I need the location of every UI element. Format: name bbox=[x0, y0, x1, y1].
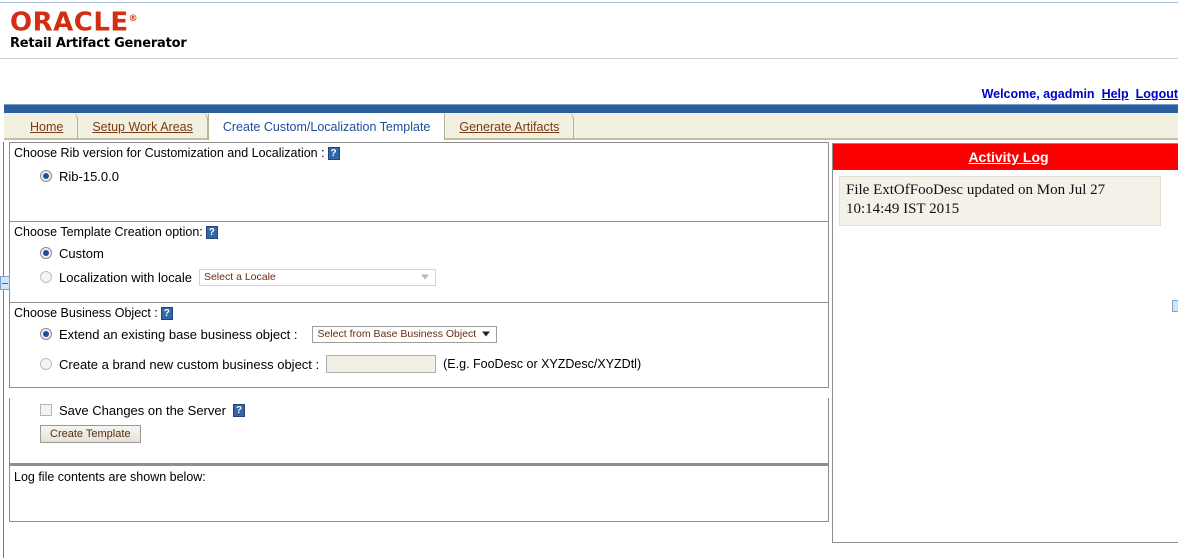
tab-setup-work-areas[interactable]: Setup Work Areas bbox=[78, 113, 208, 140]
trademark-symbol: ® bbox=[128, 14, 139, 24]
tab-home-label: Home bbox=[30, 119, 64, 134]
oracle-logo-text: ORACLE bbox=[10, 7, 129, 38]
help-question-icon[interactable] bbox=[232, 403, 245, 417]
new-business-object-input[interactable] bbox=[326, 355, 437, 373]
browser-frame-edge bbox=[0, 0, 1178, 3]
product-title: Retail Artifact Generator bbox=[10, 36, 187, 51]
localization-option-row[interactable]: Localization with locale Select a Locale bbox=[10, 265, 828, 289]
custom-option-row[interactable]: Custom bbox=[10, 241, 828, 265]
checkbox-save-changes-on-server[interactable] bbox=[40, 404, 52, 416]
section-save-and-create: Save Changes on the Server Create Templa… bbox=[9, 398, 829, 464]
page-content: Choose Rib version for Customization and… bbox=[4, 142, 1178, 558]
template-creation-label: Choose Template Creation option: bbox=[14, 225, 203, 239]
logout-link[interactable]: Logout bbox=[1136, 87, 1178, 101]
welcome-text: Welcome, agadmin bbox=[981, 87, 1095, 101]
activity-log-header: Activity Log bbox=[833, 144, 1178, 170]
user-bar: Welcome, agadmin Help Logout bbox=[982, 86, 1178, 102]
chevron-down-icon bbox=[482, 331, 491, 337]
create-template-button[interactable]: Create Template bbox=[40, 425, 141, 443]
tab-create-custom-localization-template-label: Create Custom/Localization Template bbox=[222, 120, 431, 134]
radio-localization-with-locale-label: Localization with locale bbox=[59, 269, 192, 285]
radio-rib-15-0-0-label: Rib-15.0.0 bbox=[59, 168, 119, 184]
radio-localization-with-locale[interactable] bbox=[40, 271, 52, 283]
help-link[interactable]: Help bbox=[1102, 87, 1129, 101]
form-column: Choose Rib version for Customization and… bbox=[9, 142, 829, 522]
new-business-object-hint: (E.g. FooDesc or XYZDesc/XYZDtl) bbox=[443, 357, 642, 371]
tab-generate-artifacts-label: Generate Artifacts bbox=[459, 119, 560, 134]
extend-business-object-row[interactable]: Extend an existing base business object … bbox=[10, 322, 828, 346]
business-object-label-row: Choose Business Object : bbox=[10, 303, 828, 320]
rib-version-option-row[interactable]: Rib-15.0.0 bbox=[10, 164, 828, 188]
activity-log-body: File ExtOfFooDesc updated on Mon Jul 27 … bbox=[833, 170, 1178, 226]
locale-select-value: Select a Locale bbox=[203, 271, 276, 283]
radio-rib-15-0-0[interactable] bbox=[40, 170, 52, 182]
radio-extend-existing-business-object[interactable] bbox=[40, 328, 52, 340]
section-business-object: Choose Business Object : Extend an exist… bbox=[9, 303, 829, 388]
log-file-contents-section: Log file contents are shown below: bbox=[9, 464, 829, 522]
chevron-down-icon bbox=[420, 274, 429, 280]
left-scroll-handle[interactable] bbox=[0, 276, 10, 290]
radio-create-new-business-object[interactable] bbox=[40, 358, 52, 370]
save-changes-row[interactable]: Save Changes on the Server bbox=[10, 398, 828, 422]
section-rib-version: Choose Rib version for Customization and… bbox=[9, 142, 829, 222]
rib-version-label-row: Choose Rib version for Customization and… bbox=[10, 143, 828, 160]
radio-extend-existing-business-object-label: Extend an existing base business object … bbox=[59, 326, 298, 342]
base-business-object-select[interactable]: Select from Base Business Object bbox=[312, 325, 498, 343]
rib-version-label: Choose Rib version for Customization and… bbox=[14, 146, 325, 160]
help-question-icon[interactable] bbox=[160, 306, 173, 320]
base-business-object-select-value: Select from Base Business Object bbox=[317, 328, 477, 340]
radio-custom-label: Custom bbox=[59, 245, 104, 261]
right-scroll-handle[interactable] bbox=[1172, 300, 1178, 312]
brand-header: ORACLE® Retail Artifact Generator bbox=[0, 4, 1178, 59]
help-question-icon[interactable] bbox=[205, 225, 218, 239]
tab-home[interactable]: Home bbox=[16, 113, 79, 140]
checkbox-save-changes-on-server-label: Save Changes on the Server bbox=[59, 402, 226, 418]
section-template-creation: Choose Template Creation option: Custom … bbox=[9, 222, 829, 303]
activity-log-entry: File ExtOfFooDesc updated on Mon Jul 27 … bbox=[839, 176, 1161, 226]
tab-create-custom-localization-template[interactable]: Create Custom/Localization Template bbox=[207, 113, 446, 140]
radio-create-new-business-object-label: Create a brand new custom business objec… bbox=[59, 356, 320, 372]
application-window: ORACLE® Retail Artifact Generator Welcom… bbox=[0, 0, 1178, 558]
business-object-label: Choose Business Object : bbox=[14, 306, 158, 320]
tab-bar: Home Setup Work Areas Create Custom/Loca… bbox=[16, 113, 575, 140]
create-business-object-row[interactable]: Create a brand new custom business objec… bbox=[10, 352, 828, 376]
locale-select[interactable]: Select a Locale bbox=[198, 268, 436, 286]
tab-setup-work-areas-label: Setup Work Areas bbox=[92, 119, 193, 134]
log-file-contents-label: Log file contents are shown below: bbox=[14, 470, 206, 484]
help-question-icon[interactable] bbox=[327, 146, 340, 160]
template-creation-label-row: Choose Template Creation option: bbox=[10, 222, 828, 239]
activity-log-panel: Activity Log File ExtOfFooDesc updated o… bbox=[832, 143, 1178, 543]
radio-custom[interactable] bbox=[40, 247, 52, 259]
tab-generate-artifacts[interactable]: Generate Artifacts bbox=[445, 113, 575, 140]
oracle-logo: ORACLE® bbox=[10, 6, 138, 36]
activity-log-title: Activity Log bbox=[968, 149, 1049, 165]
